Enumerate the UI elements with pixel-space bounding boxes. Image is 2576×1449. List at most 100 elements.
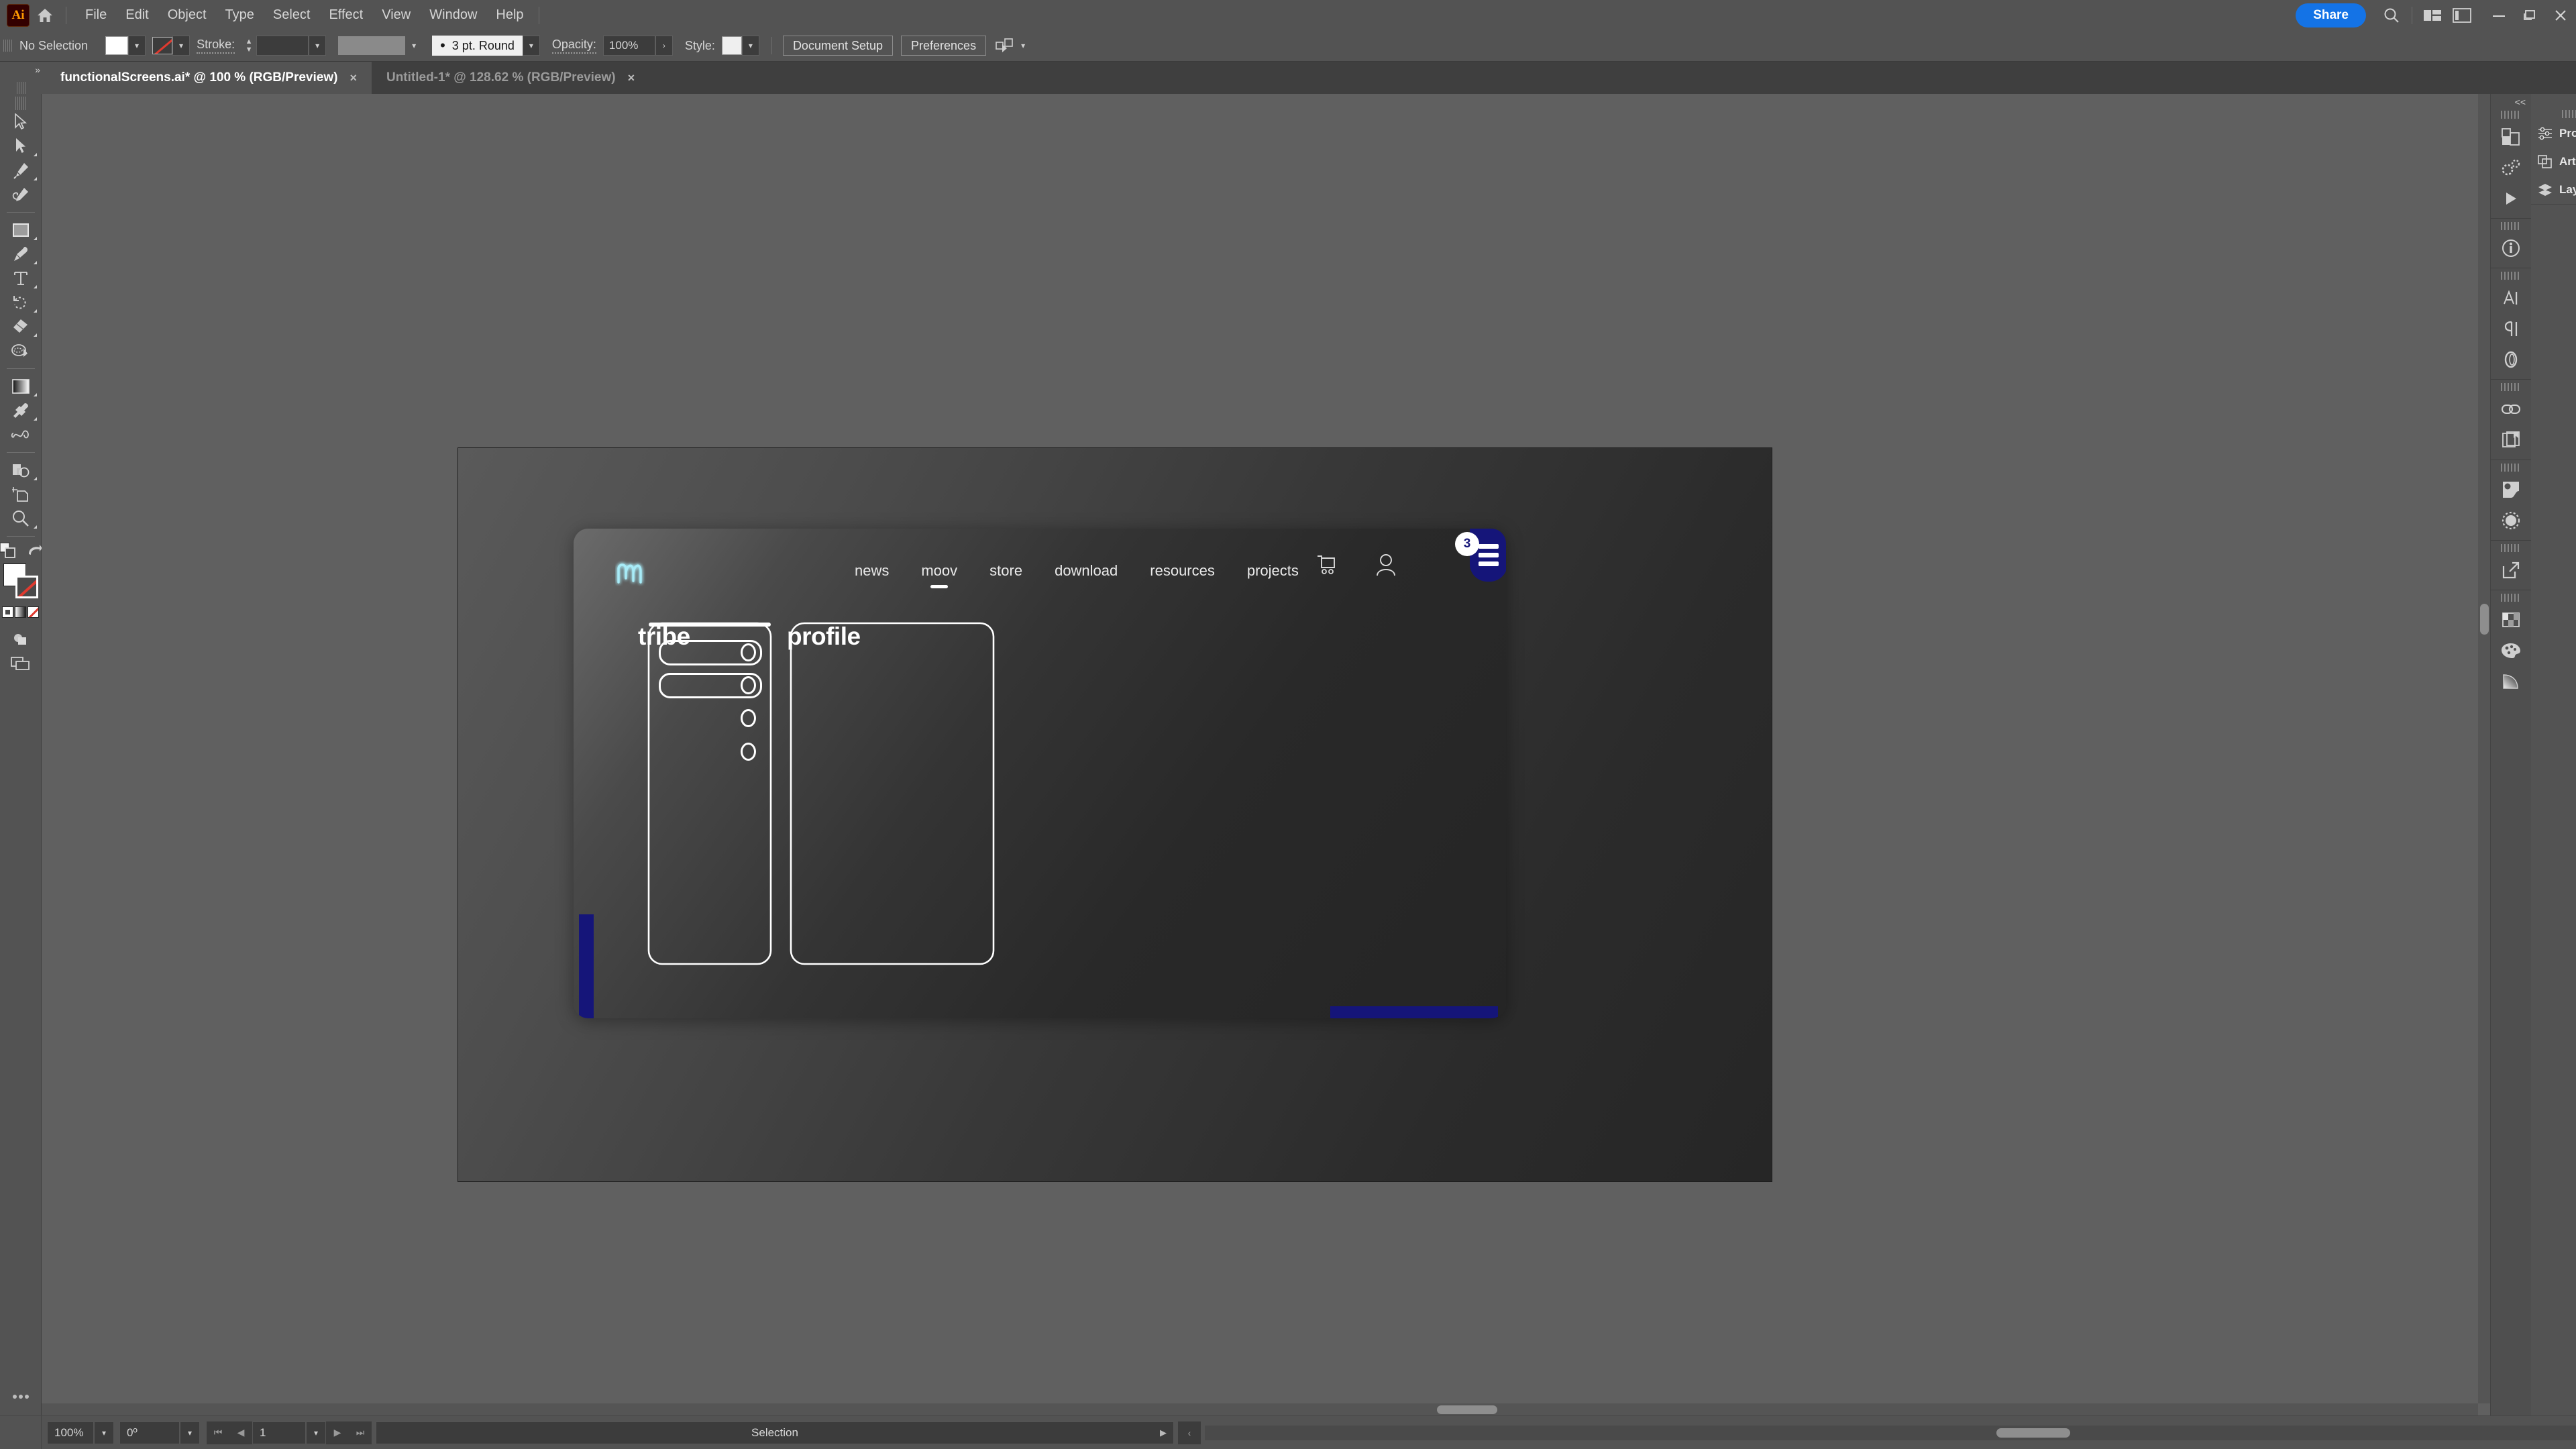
stroke-weight-stepper[interactable]: ▲ ▼ xyxy=(241,35,256,56)
panel-tab-properties[interactable]: Properties xyxy=(2531,119,2576,148)
zoom-level-field[interactable]: 100% xyxy=(47,1421,94,1444)
zoom-dropdown-icon[interactable]: ▾ xyxy=(94,1421,114,1444)
menu-object[interactable]: Object xyxy=(158,5,216,25)
graphic-style-dropdown-icon[interactable]: ▾ xyxy=(741,36,759,56)
maximize-icon[interactable] xyxy=(2514,0,2545,30)
libraries-icon[interactable] xyxy=(2491,121,2531,152)
shape-builder-tool[interactable] xyxy=(2,458,40,482)
document-tab-untitled-1[interactable]: Untitled-1* @ 128.62 % (RGB/Preview) × xyxy=(371,62,650,94)
canvas-horizontal-scroll-thumb[interactable] xyxy=(1437,1405,1497,1414)
stroke-profile-dropdown-icon[interactable]: ▾ xyxy=(405,36,423,56)
arrange-documents-icon[interactable] xyxy=(2418,0,2447,30)
pen-tool[interactable] xyxy=(2,158,40,182)
artboard-1[interactable]: news moov store download resources proje… xyxy=(458,447,1772,1182)
close-icon[interactable]: × xyxy=(350,71,357,85)
fill-and-stroke-indicator[interactable] xyxy=(3,564,38,598)
nav-link-projects[interactable]: projects xyxy=(1231,562,1315,580)
share-button[interactable]: Share xyxy=(2296,3,2366,28)
status-scroll-thumb[interactable] xyxy=(1996,1428,2070,1438)
nav-link-news[interactable]: news xyxy=(839,562,905,580)
artboard-tool[interactable] xyxy=(2,482,40,506)
info-icon[interactable] xyxy=(2491,233,2531,264)
actions-icon[interactable] xyxy=(2491,183,2531,214)
first-artboard-button[interactable]: ⏮ xyxy=(207,1421,229,1444)
menu-window[interactable]: Window xyxy=(420,5,486,25)
select-similar-dropdown-icon[interactable]: ▾ xyxy=(1014,36,1032,56)
panel-grip[interactable] xyxy=(2562,110,2576,118)
previous-artboard-button[interactable]: ◀ xyxy=(229,1421,252,1444)
rail-grip[interactable] xyxy=(2501,594,2521,602)
color-button[interactable] xyxy=(2,606,13,618)
swap-fill-stroke-icon[interactable] xyxy=(26,543,42,558)
document-info-icon[interactable] xyxy=(2491,425,2531,455)
rail-grip[interactable] xyxy=(2501,383,2521,391)
tribe-row-toggle-1[interactable] xyxy=(741,643,756,661)
status-text[interactable]: Selection ▶ xyxy=(376,1421,1174,1444)
type-tool[interactable] xyxy=(2,266,40,290)
rail-grip[interactable] xyxy=(2501,544,2521,552)
menu-type[interactable]: Type xyxy=(216,5,264,25)
next-artboard-button[interactable]: ▶ xyxy=(326,1421,349,1444)
rail-grip[interactable] xyxy=(2501,222,2521,230)
graphic-style-swatch[interactable] xyxy=(721,36,742,55)
rail-grip[interactable] xyxy=(2501,111,2521,119)
preferences-button[interactable]: Preferences xyxy=(901,36,987,56)
rail-grip[interactable] xyxy=(2501,272,2521,280)
last-artboard-button[interactable]: ⏭ xyxy=(349,1421,372,1444)
asset-export-icon[interactable] xyxy=(2491,555,2531,586)
stroke-profile-field[interactable] xyxy=(338,36,406,55)
stroke-dropdown-icon[interactable]: ▾ xyxy=(172,36,191,56)
artboard-number-field[interactable]: 1 xyxy=(252,1421,306,1444)
gradient-button[interactable] xyxy=(15,606,26,618)
home-icon[interactable] xyxy=(30,0,60,30)
fill-dropdown-icon[interactable]: ▾ xyxy=(128,36,146,56)
swatches-icon[interactable] xyxy=(2491,604,2531,635)
direct-selection-tool[interactable] xyxy=(2,134,40,158)
stroke-swatch-none[interactable] xyxy=(15,576,38,598)
nav-link-moov[interactable]: moov xyxy=(905,562,973,580)
select-similar-objects-icon[interactable] xyxy=(996,38,1014,54)
tab-bar-expander[interactable]: » xyxy=(0,62,46,98)
close-icon[interactable] xyxy=(2545,0,2576,30)
rotation-dropdown-icon[interactable]: ▾ xyxy=(180,1421,200,1444)
rail-grip[interactable] xyxy=(2501,464,2521,472)
menu-view[interactable]: View xyxy=(372,5,420,25)
rotate-tool[interactable] xyxy=(2,290,40,315)
cc-libraries-icon[interactable] xyxy=(2491,152,2531,183)
stroke-color-swatch[interactable] xyxy=(152,37,173,54)
nav-link-store[interactable]: store xyxy=(973,562,1038,580)
stroke-weight-field[interactable] xyxy=(256,36,309,56)
eraser-tool[interactable] xyxy=(2,315,40,339)
menu-file[interactable]: File xyxy=(76,5,116,25)
user-account-icon[interactable] xyxy=(1375,553,1397,577)
selection-tool[interactable] xyxy=(2,110,40,134)
fill-color-swatch[interactable] xyxy=(105,36,129,55)
menu-help[interactable]: Help xyxy=(486,5,533,25)
paintbrush-tool[interactable] xyxy=(2,242,40,266)
blend-tool[interactable] xyxy=(2,423,40,447)
stroke-weight-dropdown-icon[interactable]: ▾ xyxy=(309,36,327,56)
draw-modes-icon[interactable] xyxy=(2,627,40,651)
nav-link-resources[interactable]: resources xyxy=(1134,562,1231,580)
tribe-row-toggle-2[interactable] xyxy=(741,676,756,694)
collapse-rail-icon[interactable]: << xyxy=(2491,94,2531,107)
panel-tab-layers[interactable]: Layers xyxy=(2531,176,2576,204)
canvas-vertical-scroll-thumb[interactable] xyxy=(2480,604,2489,635)
canvas-horizontal-scrollbar[interactable] xyxy=(42,1403,2478,1415)
artboard-dropdown-icon[interactable]: ▾ xyxy=(306,1421,326,1444)
character-icon[interactable] xyxy=(2491,282,2531,313)
tools-panel-grip[interactable] xyxy=(15,97,26,110)
curvature-tool[interactable] xyxy=(2,182,40,207)
scale-tool[interactable] xyxy=(2,339,40,363)
eyedropper-tool[interactable] xyxy=(2,398,40,423)
workspace-switcher-icon[interactable] xyxy=(2447,0,2477,30)
opacity-field[interactable]: 100% xyxy=(602,36,655,56)
search-icon[interactable] xyxy=(2377,0,2406,30)
control-bar-grip[interactable] xyxy=(3,36,13,56)
rectangle-tool[interactable] xyxy=(2,218,40,242)
edit-toolbar-icon[interactable] xyxy=(2,1385,40,1409)
tribe-row-toggle-4[interactable] xyxy=(741,743,756,761)
status-menu-icon[interactable]: ▶ xyxy=(1160,1428,1167,1438)
brush-definition-field[interactable]: • 3 pt. Round xyxy=(432,36,523,56)
nav-link-download[interactable]: download xyxy=(1038,562,1134,580)
